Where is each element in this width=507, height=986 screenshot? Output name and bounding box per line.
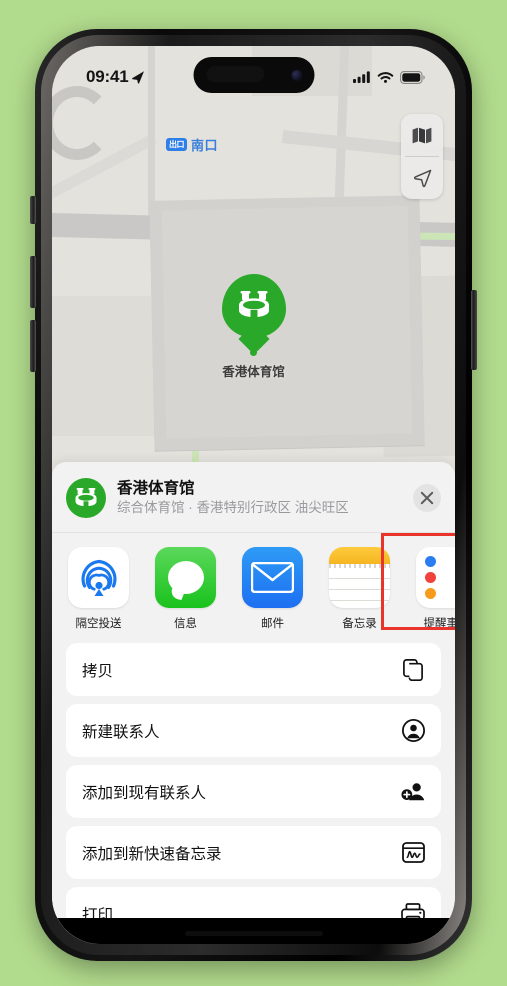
- reminders-icon: [416, 547, 455, 608]
- reminder-dot-red: [425, 572, 436, 583]
- action-group: 添加到新快速备忘录: [66, 826, 441, 879]
- notes-rule-line: [329, 589, 390, 590]
- action-group: 添加到现有联系人: [66, 765, 441, 818]
- action-label: 拷贝: [82, 662, 114, 680]
- share-sheet: 香港体育馆 综合体育馆 · 香港特别行政区 油尖旺区 隔空投送 信息 邮件 备忘…: [52, 462, 455, 944]
- map-layers-button[interactable]: [401, 114, 443, 156]
- action-group: 拷贝: [66, 643, 441, 696]
- action-group: 新建联系人: [66, 704, 441, 757]
- airdrop-icon: [68, 547, 129, 608]
- map-building-coliseum-inner: [161, 205, 413, 439]
- status-time: 09:41: [86, 67, 129, 86]
- share-app-row[interactable]: 隔空投送 信息 邮件 备忘录 提醒事: [52, 533, 455, 643]
- share-app-label: 备忘录: [342, 618, 377, 630]
- volume-down-button[interactable]: [30, 320, 36, 372]
- share-sheet-header: 香港体育馆 综合体育馆 · 香港特别行政区 油尖旺区: [52, 462, 455, 532]
- notes-perforation: [329, 564, 390, 568]
- person-circle-icon: [401, 719, 425, 743]
- action-row-new-quick-note[interactable]: 添加到新快速备忘录: [66, 826, 441, 879]
- silence-switch[interactable]: [30, 196, 36, 224]
- share-app-label: 提醒事项: [423, 618, 456, 630]
- notes-rule-line: [329, 600, 390, 601]
- close-button[interactable]: [413, 484, 441, 512]
- exit-label: 南口: [191, 138, 219, 153]
- messages-icon: [155, 547, 216, 608]
- map-icon: [412, 127, 432, 143]
- map-controls[interactable]: [401, 114, 443, 199]
- wifi-icon: [377, 72, 394, 83]
- location-arrow-icon: [132, 70, 145, 84]
- map-exit-marker[interactable]: 出口 南口: [166, 135, 218, 154]
- exit-badge-icon: 出口: [166, 138, 187, 151]
- home-indicator[interactable]: [184, 931, 323, 936]
- share-app-reminders[interactable]: 提醒事项: [416, 547, 455, 631]
- map-place-pin[interactable]: 香港体育馆: [221, 274, 286, 380]
- action-row-new-contact[interactable]: 新建联系人: [66, 704, 441, 757]
- earpiece-speaker: [206, 66, 264, 82]
- notes-header-band: [329, 547, 390, 564]
- map-road-ramp: [52, 86, 112, 160]
- share-app-label: 信息: [174, 618, 197, 630]
- status-time-group: 09:41: [86, 67, 145, 87]
- map-pin-anchor-dot: [250, 349, 257, 356]
- quick-note-icon: [401, 841, 425, 865]
- reminder-dot-orange: [425, 588, 436, 599]
- action-label: 新建联系人: [82, 723, 160, 741]
- notes-icon: [329, 547, 390, 608]
- battery-icon: [400, 70, 425, 84]
- share-app-airdrop[interactable]: 隔空投送: [68, 547, 129, 631]
- phone-screen: 出口 南口 香港体育馆 09:41 香港体育馆 综合体育馆 · 香港特别行政区 …: [52, 46, 455, 944]
- action-row-copy[interactable]: 拷贝: [66, 643, 441, 696]
- notes-rule-line: [329, 578, 390, 579]
- share-app-notes[interactable]: 备忘录: [329, 547, 390, 631]
- action-label: 添加到新快速备忘录: [82, 845, 222, 863]
- share-sheet-title: 香港体育馆: [117, 479, 195, 497]
- stadium-icon: [75, 487, 97, 507]
- map-building-shape: [52, 296, 162, 436]
- power-button[interactable]: [471, 290, 477, 370]
- copy-icon: [401, 658, 425, 682]
- share-app-label: 隔空投送: [75, 618, 122, 630]
- navigation-arrow-icon: [413, 169, 431, 187]
- share-sheet-place-info: 香港体育馆 综合体育馆 · 香港特别行政区 油尖旺区: [117, 479, 402, 517]
- map-pin-label: 香港体育馆: [222, 365, 285, 379]
- stadium-icon: [238, 291, 269, 318]
- status-icons: [353, 70, 425, 84]
- place-badge-icon: [66, 478, 106, 518]
- reminder-dot-blue: [425, 556, 436, 567]
- signal-bars-icon: [353, 71, 370, 83]
- map-pin-bubble[interactable]: [221, 274, 286, 338]
- dynamic-island[interactable]: [193, 57, 314, 93]
- volume-up-button[interactable]: [30, 256, 36, 308]
- locate-me-button[interactable]: [401, 157, 443, 199]
- mail-icon: [242, 547, 303, 608]
- share-sheet-subtitle: 综合体育馆 · 香港特别行政区 油尖旺区: [117, 500, 349, 516]
- speech-bubble-shape: [167, 561, 204, 594]
- share-app-label: 邮件: [261, 618, 284, 630]
- share-app-mail[interactable]: 邮件: [242, 547, 303, 631]
- action-row-add-existing-contact[interactable]: 添加到现有联系人: [66, 765, 441, 818]
- close-icon: [420, 491, 434, 505]
- share-app-messages[interactable]: 信息: [155, 547, 216, 631]
- person-badge-plus-icon: [401, 780, 425, 804]
- action-label: 添加到现有联系人: [82, 784, 207, 802]
- share-action-list: 拷贝 新建联系人 添加到现有联系人 添加到新快速备忘录 打印: [52, 643, 455, 940]
- front-camera-icon: [291, 69, 302, 81]
